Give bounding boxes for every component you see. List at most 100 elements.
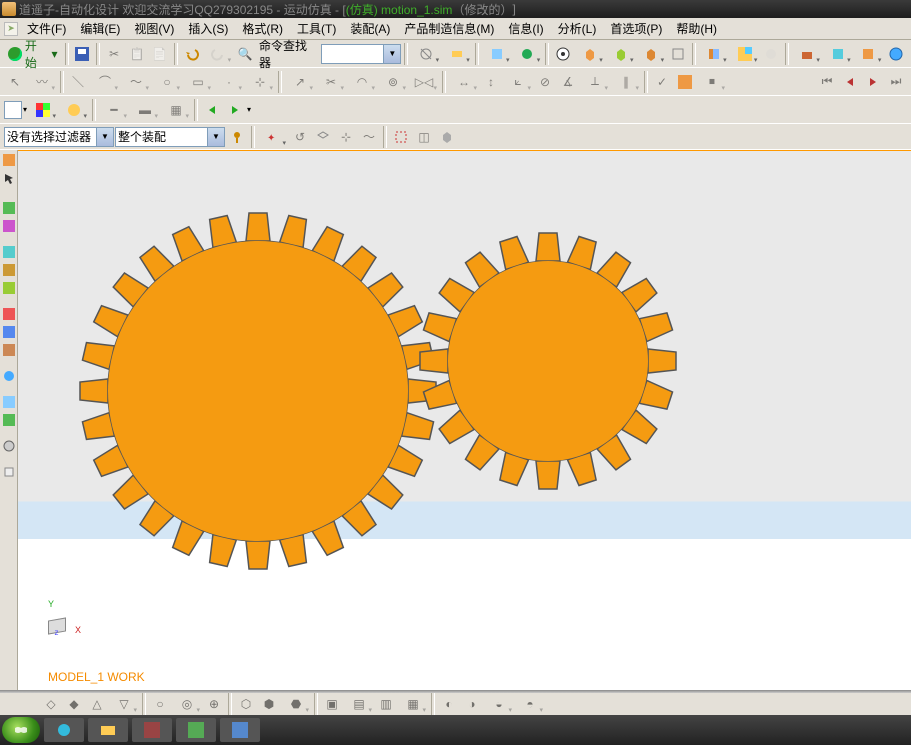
dim2-icon[interactable]: ↕ — [480, 71, 502, 93]
select-box-icon[interactable] — [390, 126, 412, 148]
task-app2-icon[interactable] — [176, 718, 216, 742]
shade-icon[interactable] — [482, 43, 512, 65]
orange-tool-icon[interactable] — [674, 71, 696, 93]
rewind-icon[interactable]: ⏮ — [816, 71, 838, 93]
side-tool-11-icon[interactable] — [1, 412, 17, 428]
line-width-icon[interactable]: ▬ — [130, 99, 160, 121]
point-icon[interactable]: · — [214, 71, 244, 93]
menu-help[interactable]: 帮助(H) — [671, 18, 722, 39]
save-icon[interactable] — [72, 43, 94, 65]
snap-edge-icon[interactable]: ⊹ — [335, 126, 357, 148]
section-icon[interactable] — [699, 43, 729, 65]
dim5-icon[interactable]: ∡ — [557, 71, 579, 93]
pin-icon[interactable] — [226, 126, 248, 148]
offset-icon[interactable]: ⊚ — [378, 71, 408, 93]
spline-icon[interactable]: 〜 — [121, 71, 151, 93]
prev-icon[interactable] — [839, 71, 861, 93]
csys-icon[interactable]: ⊹ — [245, 71, 275, 93]
rect-icon[interactable]: ▭ — [183, 71, 213, 93]
side-tool-6-icon[interactable] — [1, 306, 17, 322]
snap-mid-icon[interactable]: ↺ — [289, 126, 311, 148]
start-button[interactable]: 开始 ▾ — [4, 37, 62, 71]
toolbox1-icon[interactable] — [792, 43, 822, 65]
side-tool-12-icon[interactable] — [1, 438, 17, 454]
bt-3-icon[interactable]: △ — [86, 693, 108, 715]
see-through-icon[interactable] — [552, 43, 574, 65]
checkbox-1[interactable] — [4, 101, 22, 119]
task-app3-icon[interactable] — [220, 718, 260, 742]
task-ie-icon[interactable] — [44, 718, 84, 742]
curve-tool-icon[interactable]: 〰 — [27, 71, 57, 93]
toolbox3-icon[interactable] — [854, 43, 884, 65]
solve-icon[interactable]: ✓ — [651, 71, 673, 93]
layer-icon[interactable] — [442, 43, 472, 65]
menu-insert[interactable]: 插入(S) — [183, 18, 233, 39]
redo-icon[interactable] — [203, 43, 233, 65]
trim-icon[interactable]: ✂ — [316, 71, 346, 93]
snap-curve-icon[interactable]: 〜 — [358, 126, 380, 148]
side-tool-13-icon[interactable] — [1, 464, 17, 480]
bt-2-icon[interactable]: ◆ — [63, 693, 85, 715]
side-tool-10-icon[interactable] — [1, 394, 17, 410]
bt-10-icon[interactable]: ⬣ — [281, 693, 311, 715]
select-face-icon[interactable]: ◫ — [413, 126, 435, 148]
menu-edit[interactable]: 编辑(E) — [75, 18, 125, 39]
nav-right-icon[interactable] — [224, 99, 246, 121]
snap-point-icon[interactable]: ✦ — [258, 126, 288, 148]
bt-4-icon[interactable]: ▽ — [109, 693, 139, 715]
fillet-icon[interactable]: ◠ — [347, 71, 377, 93]
select-body-icon[interactable] — [436, 126, 458, 148]
paste-icon[interactable]: 📄 — [149, 43, 171, 65]
color-icon[interactable] — [730, 43, 760, 65]
undo-icon[interactable] — [181, 43, 203, 65]
sketch-exit-icon[interactable]: ⏹ — [697, 71, 727, 93]
arrow-nw-icon[interactable]: ↖ — [4, 71, 26, 93]
side-tool-8-icon[interactable] — [1, 342, 17, 358]
nav-pointer-icon[interactable] — [1, 170, 17, 186]
bt-12-icon[interactable]: ▤ — [344, 693, 374, 715]
side-tool-7-icon[interactable] — [1, 324, 17, 340]
bt-13-icon[interactable]: ▥ — [375, 693, 397, 715]
bt-6-icon[interactable]: ◎ — [172, 693, 202, 715]
snap-face-icon[interactable] — [312, 126, 334, 148]
view-style-icon[interactable] — [411, 43, 441, 65]
toolbox2-icon[interactable] — [823, 43, 853, 65]
menu-nav-icon[interactable]: ➤ — [4, 22, 18, 36]
bt-7-icon[interactable]: ⊕ — [203, 693, 225, 715]
task-folder-icon[interactable] — [88, 718, 128, 742]
bt-18-icon[interactable]: ◓ — [515, 693, 545, 715]
box3-icon[interactable] — [636, 43, 666, 65]
circle-icon[interactable]: ○ — [152, 71, 182, 93]
line-icon[interactable]: ＼ — [67, 71, 89, 93]
command-finder-icon[interactable]: 🔍 — [234, 43, 256, 65]
dim1-icon[interactable]: ↔ — [449, 71, 479, 93]
command-finder-label[interactable]: 命令查找器 — [257, 37, 320, 71]
side-tool-2-icon[interactable] — [1, 218, 17, 234]
cut-icon[interactable]: ✂ — [103, 43, 125, 65]
nav-tree-icon[interactable] — [1, 152, 17, 168]
dim3-icon[interactable]: ⟀ — [503, 71, 533, 93]
menu-analysis[interactable]: 分析(L) — [553, 18, 602, 39]
assembly-scope-select[interactable]: 整个装配▼ — [115, 127, 225, 147]
menu-assembly[interactable]: 装配(A) — [345, 18, 395, 39]
canvas[interactable]: Y z X MODEL_1 WORK — [18, 150, 911, 690]
extend-icon[interactable]: ↗ — [285, 71, 315, 93]
bt-15-icon[interactable]: ◐ — [438, 693, 460, 715]
dim6-icon[interactable]: ⟂ — [580, 71, 610, 93]
box1-icon[interactable] — [575, 43, 605, 65]
color-swatch-icon[interactable] — [28, 99, 58, 121]
next-icon[interactable] — [862, 71, 884, 93]
side-tool-5-icon[interactable] — [1, 280, 17, 296]
bt-8-icon[interactable]: ⬡ — [235, 693, 257, 715]
box2-icon[interactable] — [606, 43, 636, 65]
side-tool-9-icon[interactable] — [1, 368, 17, 384]
bt-1-icon[interactable]: ◇ — [40, 693, 62, 715]
menu-prefs[interactable]: 首选项(P) — [605, 18, 667, 39]
palette-icon[interactable] — [59, 99, 89, 121]
task-app1-icon[interactable] — [132, 718, 172, 742]
selection-filter-select[interactable]: 没有选择过滤器▼ — [4, 127, 114, 147]
windows-start-icon[interactable] — [2, 717, 40, 743]
material-icon[interactable] — [760, 43, 782, 65]
bt-11-icon[interactable]: ▣ — [321, 693, 343, 715]
side-tool-3-icon[interactable] — [1, 244, 17, 260]
